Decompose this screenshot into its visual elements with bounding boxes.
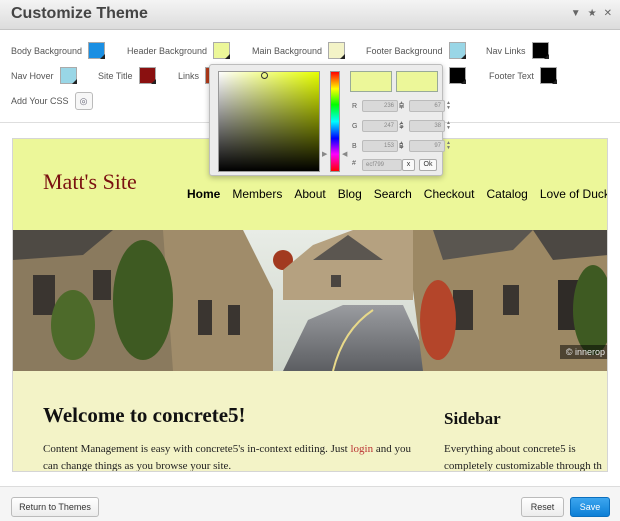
option-label: Body Background — [11, 45, 83, 56]
theme-preview: Matt's Site Home Members About Blog Sear… — [12, 138, 608, 472]
option-add-css: Add Your CSS ◎ — [11, 92, 93, 110]
option-unlabeled-swatch — [449, 67, 466, 84]
hue-field[interactable]: H 67 ▲ ▼ — [399, 100, 451, 112]
current-color-preview — [350, 71, 392, 92]
site-nav: Home Members About Blog Search Checkout … — [187, 187, 607, 201]
close-icon[interactable]: ✕ — [604, 8, 612, 20]
login-link[interactable]: login — [350, 443, 373, 455]
new-color-preview — [396, 71, 438, 92]
color-swatch[interactable] — [88, 42, 106, 59]
color-swatch[interactable] — [531, 42, 549, 59]
color-swatch[interactable] — [448, 42, 466, 59]
option-label: Main Background — [252, 45, 323, 56]
spinner-icon[interactable]: ▲ ▼ — [446, 101, 451, 111]
nav-item-members[interactable]: Members — [232, 187, 282, 201]
option-main-background: Main Background — [252, 42, 346, 59]
hue-slider[interactable] — [330, 71, 340, 172]
option-label: Footer Text — [489, 70, 534, 81]
photo-credit: © innerop — [559, 345, 607, 359]
hue-arrow-left-icon: ▶ — [322, 151, 328, 158]
option-nav-links: Nav Links — [486, 42, 549, 59]
welcome-heading: Welcome to concrete5! — [43, 403, 246, 427]
hue-arrow-right-icon: ◀ — [342, 151, 348, 158]
option-label: Nav Hover — [11, 70, 54, 81]
picker-cancel-button[interactable]: x — [402, 159, 415, 171]
spinner-icon[interactable]: ▲ ▼ — [446, 121, 451, 131]
nav-item-checkout[interactable]: Checkout — [424, 187, 475, 201]
welcome-text: Content Management is easy with concrete… — [43, 443, 411, 472]
option-body-background: Body Background — [11, 42, 106, 59]
star-icon[interactable]: ★ — [588, 8, 597, 20]
spinner-icon[interactable]: ▲ ▼ — [446, 141, 451, 151]
site-title[interactable]: Matt's Site — [43, 169, 137, 195]
option-footer-text: Footer Text — [489, 67, 557, 84]
color-swatch[interactable] — [59, 67, 77, 84]
option-label: Add Your CSS — [11, 96, 69, 106]
arrow-down-icon[interactable]: ▼ — [571, 8, 581, 20]
reset-button[interactable]: Reset — [521, 497, 564, 517]
dialog-header: Customize Theme ▼ ★ ✕ — [0, 0, 620, 30]
option-label: Nav Links — [486, 45, 526, 56]
dialog-controls: ▼ ★ ✕ — [571, 8, 612, 20]
option-header-background: Header Background — [127, 42, 231, 59]
option-label: Footer Background — [366, 45, 443, 56]
hex-label: # — [352, 160, 356, 167]
nav-item-home[interactable]: Home — [187, 187, 220, 201]
hex-input[interactable]: ecf799 — [362, 159, 402, 171]
sidebar-text: Everything about concrete5 is completely… — [444, 443, 602, 472]
nav-item-search[interactable]: Search — [374, 187, 412, 201]
brightness-field[interactable]: B 97 ▲ ▼ — [399, 140, 451, 152]
red-field[interactable]: R 236 ▲ ▼ — [352, 100, 404, 112]
css-edit-icon[interactable]: ◎ — [74, 92, 93, 110]
blue-field[interactable]: B 153 ▲ ▼ — [352, 140, 404, 152]
nav-item-love-of-duck[interactable]: Love of Duck — [540, 187, 607, 201]
saturation-value-field[interactable] — [218, 71, 320, 172]
color-swatch[interactable] — [213, 42, 231, 59]
return-to-themes-button[interactable]: Return to Themes — [11, 497, 99, 517]
main-content: Welcome to concrete5! Content Management… — [13, 371, 607, 472]
color-swatch[interactable] — [539, 67, 557, 84]
color-swatch[interactable] — [138, 67, 156, 84]
dialog-title: Customize Theme — [11, 5, 148, 22]
color-picker: ▶ ◀ R 236 ▲ ▼ H 67 ▲ ▼ G 247 ▲ ▼ S 38 ▲ ▼ B … — [209, 64, 451, 176]
save-button[interactable]: Save — [570, 497, 610, 517]
nav-item-blog[interactable]: Blog — [338, 187, 362, 201]
option-nav-hover: Nav Hover — [11, 67, 77, 84]
color-swatch[interactable] — [449, 67, 466, 84]
green-field[interactable]: G 247 ▲ ▼ — [352, 120, 404, 132]
picker-cursor[interactable] — [261, 72, 268, 79]
sidebar-heading: Sidebar — [444, 409, 501, 428]
option-site-title: Site Title — [98, 67, 156, 84]
dialog-footer: Return to Themes Reset Save — [0, 486, 620, 521]
option-label: Links — [178, 70, 200, 81]
hero-image: © innerop — [13, 230, 607, 371]
color-swatch[interactable] — [328, 42, 346, 59]
nav-item-catalog[interactable]: Catalog — [486, 187, 527, 201]
option-label: Header Background — [127, 45, 208, 56]
saturation-field[interactable]: S 38 ▲ ▼ — [399, 120, 451, 132]
picker-ok-button[interactable]: Ok — [419, 159, 437, 171]
option-footer-background: Footer Background — [366, 42, 466, 59]
village-street-illustration — [13, 230, 607, 371]
nav-item-about[interactable]: About — [294, 187, 325, 201]
option-label: Site Title — [98, 70, 133, 81]
